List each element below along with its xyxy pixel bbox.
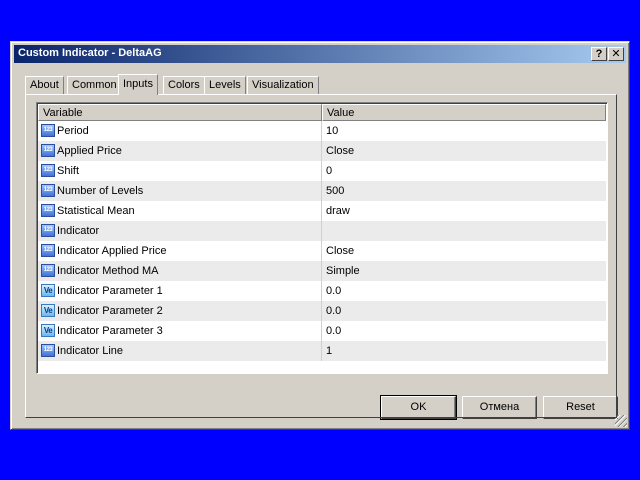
tab-about[interactable]: About	[25, 76, 64, 94]
close-button[interactable]: ✕	[608, 47, 624, 61]
variable-cell[interactable]: 123 Statistical Mean	[38, 201, 322, 221]
value-cell[interactable]: 0	[322, 161, 606, 181]
value-cell[interactable]: 0.0	[322, 301, 606, 321]
variable-cell[interactable]: Ve Indicator Parameter 1	[38, 281, 322, 301]
integer-type-icon: 123	[41, 264, 55, 277]
table-row[interactable]: 123 Indicator Method MA Simple	[38, 261, 606, 281]
value-cell[interactable]: 0.0	[322, 281, 606, 301]
variable-name: Indicator Parameter 3	[57, 325, 163, 337]
variable-cell[interactable]: 123 Number of Levels	[38, 181, 322, 201]
variable-cell[interactable]: Ve Indicator Parameter 2	[38, 301, 322, 321]
variable-cell[interactable]: Ve Indicator Parameter 3	[38, 321, 322, 341]
variable-cell[interactable]: 123 Indicator Line	[38, 341, 322, 361]
grid-header: Variable Value	[38, 104, 606, 121]
double-type-icon: Ve	[41, 304, 55, 317]
double-type-icon: Ve	[41, 324, 55, 337]
variable-name: Period	[57, 125, 89, 137]
value-cell[interactable]: 500	[322, 181, 606, 201]
variable-name: Indicator Parameter 2	[57, 305, 163, 317]
table-row[interactable]: 123 Indicator	[38, 221, 606, 241]
value-cell[interactable]: Close	[322, 141, 606, 161]
table-row[interactable]: Ve Indicator Parameter 1 0.0	[38, 281, 606, 301]
integer-type-icon: 123	[41, 164, 55, 177]
table-row[interactable]: 123 Indicator Applied Price Close	[38, 241, 606, 261]
table-row[interactable]: 123 Applied Price Close	[38, 141, 606, 161]
double-type-icon: Ve	[41, 284, 55, 297]
variable-name: Shift	[57, 165, 80, 177]
integer-type-icon: 123	[41, 224, 55, 237]
value-cell[interactable]: 1	[322, 341, 606, 361]
integer-type-icon: 123	[41, 344, 55, 357]
integer-type-icon: 123	[41, 124, 55, 137]
variable-name: Indicator	[57, 225, 100, 237]
variable-cell[interactable]: 123 Period	[38, 121, 322, 141]
variable-name: Applied Price	[57, 145, 122, 157]
value-cell[interactable]: Simple	[322, 261, 606, 281]
variable-name: Indicator Method MA	[57, 265, 159, 277]
tab-colors[interactable]: Colors	[163, 76, 205, 94]
column-header-value[interactable]: Value	[322, 104, 606, 121]
variable-cell[interactable]: 123 Indicator	[38, 221, 322, 241]
variable-cell[interactable]: 123 Shift	[38, 161, 322, 181]
window-title: Custom Indicator - DeltaAG	[18, 47, 162, 59]
tab-levels[interactable]: Levels	[204, 76, 246, 94]
integer-type-icon: 123	[41, 144, 55, 157]
inputs-grid[interactable]: Variable Value 123 Period 10 123 Applied Pri…	[36, 102, 608, 374]
value-cell[interactable]: 0.0	[322, 321, 606, 341]
title-bar[interactable]: Custom Indicator - DeltaAG ? ✕	[14, 45, 626, 63]
integer-type-icon: 123	[41, 244, 55, 257]
variable-name: Indicator Line	[57, 345, 124, 357]
value-cell[interactable]: 10	[322, 121, 606, 141]
table-row[interactable]: 123 Number of Levels 500	[38, 181, 606, 201]
table-row[interactable]: 123 Shift 0	[38, 161, 606, 181]
grid-rows: 123 Period 10 123 Applied Price Close 123 Shift…	[38, 121, 606, 361]
help-button[interactable]: ?	[591, 47, 607, 61]
variable-cell[interactable]: 123 Indicator Applied Price	[38, 241, 322, 261]
tab-common[interactable]: Common	[67, 76, 122, 94]
tab-visualization[interactable]: Visualization	[247, 76, 319, 94]
inputs-panel: Variable Value 123 Period 10 123 Applied Pri…	[25, 94, 617, 418]
table-row[interactable]: Ve Indicator Parameter 3 0.0	[38, 321, 606, 341]
value-cell[interactable]	[322, 221, 606, 241]
column-header-variable[interactable]: Variable	[38, 104, 322, 121]
table-row[interactable]: 123 Indicator Line 1	[38, 341, 606, 361]
variable-name: Number of Levels	[57, 185, 144, 197]
integer-type-icon: 123	[41, 204, 55, 217]
value-cell[interactable]: draw	[322, 201, 606, 221]
table-row[interactable]: 123 Period 10	[38, 121, 606, 141]
tab-inputs[interactable]: Inputs	[118, 74, 158, 95]
integer-type-icon: 123	[41, 184, 55, 197]
variable-name: Indicator Applied Price	[57, 245, 167, 257]
value-cell[interactable]: Close	[322, 241, 606, 261]
table-row[interactable]: 123 Statistical Mean draw	[38, 201, 606, 221]
variable-name: Indicator Parameter 1	[57, 285, 163, 297]
table-row[interactable]: Ve Indicator Parameter 2 0.0	[38, 301, 606, 321]
variable-cell[interactable]: 123 Applied Price	[38, 141, 322, 161]
variable-cell[interactable]: 123 Indicator Method MA	[38, 261, 322, 281]
variable-name: Statistical Mean	[57, 205, 135, 217]
custom-indicator-dialog: Custom Indicator - DeltaAG ? ✕ About Com…	[10, 41, 630, 430]
